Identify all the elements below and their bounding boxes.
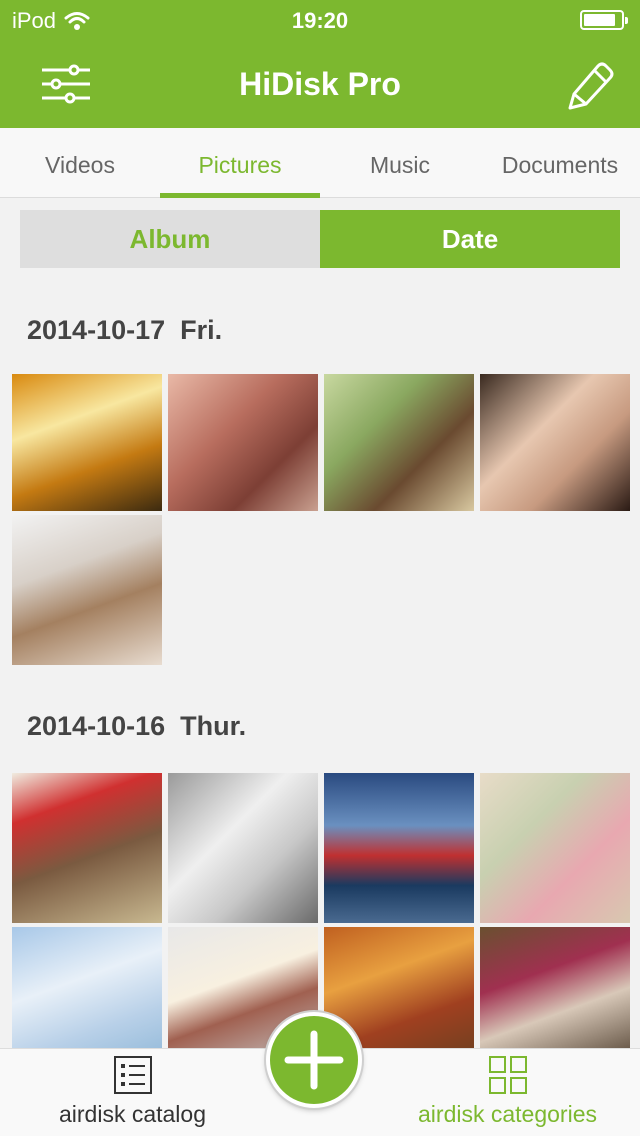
tab-pictures[interactable]: Pictures	[160, 128, 320, 198]
list-catalog-icon	[113, 1056, 152, 1094]
status-time: 19:20	[291, 8, 349, 33]
tab-documents[interactable]: Documents	[480, 128, 640, 197]
photo-grid	[0, 773, 640, 1048]
app-header: iPod 19:20 HiDisk Pro	[0, 0, 640, 128]
photo-thumbnail[interactable]	[480, 374, 630, 511]
photo-thumbnail[interactable]	[480, 927, 630, 1048]
photo-thumbnail[interactable]	[168, 773, 318, 923]
nav-bar: HiDisk Pro	[0, 40, 640, 128]
tab-music[interactable]: Music	[320, 128, 480, 197]
pencil-edit-icon[interactable]	[564, 58, 616, 110]
category-tabs: Videos Pictures Music Documents	[0, 128, 640, 198]
sort-segment-control: Album Date	[20, 210, 620, 268]
photo-thumbnail[interactable]	[12, 927, 162, 1048]
airdisk-categories-button[interactable]: airdisk categories	[395, 1055, 620, 1135]
battery-icon	[580, 10, 628, 30]
add-plus-icon	[284, 1030, 344, 1090]
page-title: HiDisk Pro	[239, 66, 401, 102]
battery-fill	[584, 14, 615, 26]
date-group-header: 2014-10-17 Fri.	[27, 315, 223, 345]
photo-thumbnail[interactable]	[12, 374, 162, 511]
status-bar: iPod 19:20	[0, 0, 640, 40]
date-segment-button[interactable]: Date	[320, 210, 620, 268]
airdisk-categories-label: airdisk categories	[418, 1101, 597, 1127]
add-button[interactable]	[266, 1012, 362, 1108]
photo-thumbnail[interactable]	[12, 515, 162, 665]
date-group-header: 2014-10-16 Thur.	[27, 711, 247, 741]
album-segment-button[interactable]: Album	[20, 210, 320, 268]
tab-videos[interactable]: Videos	[0, 128, 160, 197]
airdisk-catalog-button[interactable]: airdisk catalog	[30, 1055, 235, 1135]
photo-thumbnail[interactable]	[324, 773, 474, 923]
photo-grid	[0, 374, 640, 665]
photo-thumbnail[interactable]	[168, 374, 318, 511]
grid-categories-icon	[488, 1056, 527, 1094]
photo-list[interactable]: 2014-10-17 Fri. 2014-10-16 Thur.	[0, 268, 640, 1048]
photo-thumbnail[interactable]	[324, 374, 474, 511]
photo-thumbnail[interactable]	[12, 773, 162, 923]
airdisk-catalog-label: airdisk catalog	[58, 1101, 207, 1127]
photo-thumbnail[interactable]	[480, 773, 630, 923]
